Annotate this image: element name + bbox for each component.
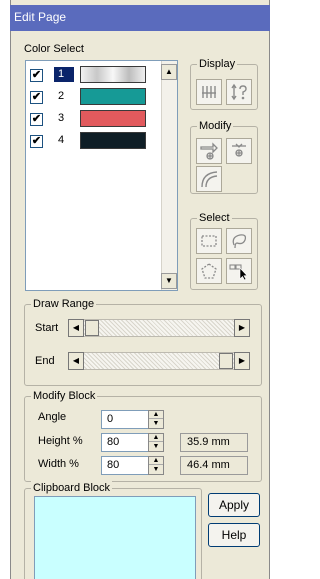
select-polygon-button[interactable] <box>196 258 222 284</box>
select-label: Select <box>197 211 232 225</box>
color-list-item[interactable]: ✔ 2 <box>26 86 162 108</box>
width-mm-readout: 46.4 mm <box>180 456 248 475</box>
color-checkbox-3[interactable]: ✔ <box>30 113 43 126</box>
select-rectangle-button[interactable] <box>196 228 222 254</box>
color-checkbox-4[interactable]: ✔ <box>30 135 43 148</box>
split-icon <box>232 143 246 157</box>
color-swatch-1 <box>80 66 146 83</box>
color-checkbox-1[interactable]: ✔ <box>30 69 43 82</box>
height-down-icon[interactable]: ▼ <box>149 443 163 451</box>
start-label: Start <box>35 322 59 334</box>
height-label: Height % <box>38 435 83 447</box>
draw-range-label: Draw Range <box>31 297 97 311</box>
color-list-item[interactable]: ✔ 3 <box>26 108 162 130</box>
curve-icon <box>201 171 218 188</box>
select-pointer-button[interactable] <box>226 258 252 284</box>
clipboard-preview[interactable] <box>34 496 196 579</box>
color-list[interactable]: ✔ 1 ✔ 2 ✔ 3 ✔ 4 ▲ ▼ <box>25 60 178 291</box>
width-up-icon[interactable]: ▲ <box>149 457 163 465</box>
display-info-button[interactable] <box>226 79 252 105</box>
help-button[interactable]: Help <box>208 523 260 547</box>
polygon-select-icon <box>201 263 217 279</box>
modify-move-button[interactable] <box>196 138 222 164</box>
modify-block-label: Modify Block <box>31 389 98 403</box>
display-sort-button[interactable] <box>196 79 222 105</box>
scroll-down-button[interactable]: ▼ <box>161 273 177 289</box>
height-spinner[interactable]: ▲ ▼ <box>148 433 164 452</box>
pointer-select-icon <box>229 264 248 281</box>
move-arrow-icon <box>200 142 218 160</box>
color-swatch-4 <box>80 132 146 149</box>
color-number-3: 3 <box>58 112 65 124</box>
lasso-icon <box>232 234 247 249</box>
window-title: Edit Page <box>14 10 67 24</box>
arrows-question-icon <box>231 83 247 101</box>
angle-up-icon[interactable]: ▲ <box>149 411 163 419</box>
color-swatch-3 <box>80 110 146 127</box>
apply-button[interactable]: Apply <box>208 493 260 517</box>
angle-spinner[interactable]: ▲ ▼ <box>148 410 164 429</box>
rectangle-select-icon <box>201 235 217 247</box>
color-list-item[interactable]: ✔ 4 <box>26 130 162 152</box>
width-label: Width % <box>38 458 79 470</box>
angle-label: Angle <box>38 411 67 423</box>
title-bar: Edit Page <box>10 5 270 31</box>
start-slider[interactable] <box>68 319 250 337</box>
end-left-arrow[interactable]: ◀ <box>68 352 84 370</box>
start-slider-thumb[interactable] <box>85 320 99 336</box>
end-slider[interactable] <box>68 352 250 370</box>
color-list-scrollbar[interactable]: ▲ ▼ <box>161 61 177 290</box>
height-field[interactable]: 80 <box>101 433 149 452</box>
angle-down-icon[interactable]: ▼ <box>149 420 163 428</box>
end-label: End <box>35 355 55 367</box>
color-checkbox-2[interactable]: ✔ <box>30 91 43 104</box>
height-up-icon[interactable]: ▲ <box>149 434 163 442</box>
sort-columns-icon <box>202 86 216 98</box>
color-number-2: 2 <box>58 90 65 102</box>
clipboard-block-label: Clipboard Block <box>31 481 113 495</box>
end-slider-thumb[interactable] <box>219 353 233 369</box>
width-spinner[interactable]: ▲ ▼ <box>148 456 164 475</box>
select-lasso-button[interactable] <box>226 228 252 254</box>
modify-label: Modify <box>197 119 234 133</box>
modify-curve-button[interactable] <box>196 166 222 192</box>
start-right-arrow[interactable]: ▶ <box>234 319 250 337</box>
modify-split-button[interactable] <box>226 138 252 164</box>
display-label: Display <box>197 57 238 71</box>
width-field[interactable]: 80 <box>101 456 149 475</box>
draw-range-group: Draw Range <box>24 297 262 386</box>
width-down-icon[interactable]: ▼ <box>149 466 163 474</box>
height-mm-readout: 35.9 mm <box>180 433 248 452</box>
color-number-1: 1 <box>54 67 74 82</box>
color-list-item[interactable]: ✔ 1 <box>26 64 162 86</box>
end-right-arrow[interactable]: ▶ <box>234 352 250 370</box>
color-select-label: Color Select <box>24 43 84 55</box>
angle-field[interactable]: 0 <box>101 410 149 429</box>
start-left-arrow[interactable]: ◀ <box>68 319 84 337</box>
color-swatch-2 <box>80 88 146 105</box>
color-number-4: 4 <box>58 134 65 146</box>
scroll-up-button[interactable]: ▲ <box>161 64 177 80</box>
